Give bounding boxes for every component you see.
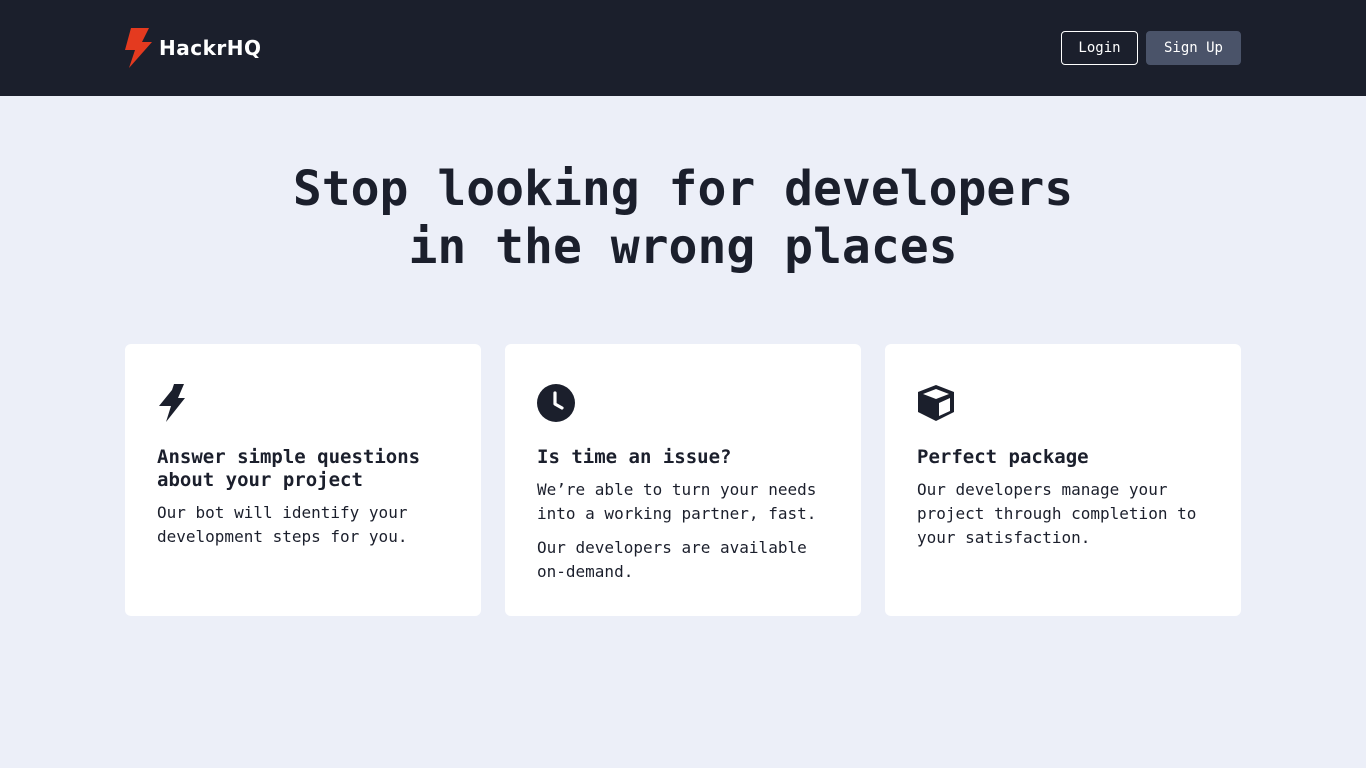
hero-title: Stop looking for developers in the wrong… (273, 160, 1093, 276)
hero: Stop looking for developers in the wrong… (0, 96, 1366, 276)
signup-button[interactable]: Sign Up (1146, 31, 1241, 65)
package-icon (918, 385, 954, 421)
brand[interactable]: HackrHQ (125, 28, 262, 68)
feature-card-questions: Answer simple questions about your proje… (125, 344, 481, 616)
feature-card-time: Is time an issue? We’re able to turn you… (505, 344, 861, 616)
feature-description: Our bot will identify your development s… (157, 503, 408, 546)
lightning-bolt-icon (159, 384, 185, 422)
login-button[interactable]: Login (1061, 31, 1138, 65)
feature-description: Our developers are available on-demand. (537, 538, 807, 581)
top-navbar: HackrHQ Login Sign Up (0, 0, 1366, 96)
brand-name: HackrHQ (159, 36, 262, 60)
feature-title: Is time an issue? (537, 446, 732, 468)
hero-title-line1: Stop looking for developers (292, 161, 1074, 217)
feature-card-package: Perfect package Our developers manage yo… (885, 344, 1241, 616)
feature-description: Our developers manage your project throu… (917, 480, 1197, 547)
features: Answer simple questions about your proje… (0, 344, 1366, 616)
lightning-logo-icon (125, 28, 152, 68)
feature-title: Answer simple questions about your proje… (157, 446, 421, 491)
feature-description: We’re able to turn your needs into a wor… (537, 480, 817, 523)
nav-actions: Login Sign Up (1061, 31, 1241, 65)
hero-title-line2: in the wrong places (408, 219, 958, 275)
feature-title: Perfect package (917, 446, 1089, 468)
clock-icon (537, 384, 575, 422)
